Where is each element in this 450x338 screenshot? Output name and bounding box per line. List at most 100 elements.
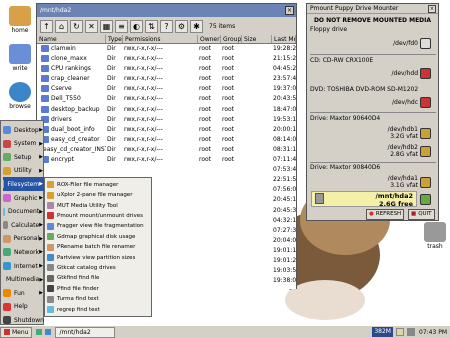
close-dir-icon[interactable]: ✕ (85, 19, 98, 33)
submenu-item[interactable]: Fragger view file fragmentation (47, 222, 151, 232)
col-group[interactable]: Group (221, 35, 242, 43)
file-group (221, 206, 242, 216)
col-owner[interactable]: Owner (198, 35, 221, 43)
menu-item-system[interactable]: System ▶ (3, 137, 45, 151)
write-icon[interactable]: write (0, 44, 40, 72)
menu-item-graphic[interactable]: Graphic ▶ (3, 191, 45, 205)
submenu-item[interactable]: Partview view partition sizes (47, 253, 151, 263)
options-icon[interactable]: ⚙ (175, 19, 188, 33)
table-row[interactable]: CPU rankings Dir rwx,r-x,r-x/--- root root 04… (37, 64, 296, 74)
file-size (242, 195, 272, 205)
desktop-icon[interactable] (36, 329, 43, 335)
menu-item-network[interactable]: Network ▶ (3, 245, 45, 259)
submenu-item[interactable]: uXplor 2-pane file manager (47, 190, 151, 200)
menu-item-filesystem[interactable]: Filesystem ▶ (3, 177, 45, 192)
col-modified[interactable]: Last Modi (272, 35, 296, 43)
taskbar: Menu /mnt/hda2 382M 07:43 PM (0, 325, 450, 338)
table-row[interactable]: crap_cleaner Dir rwx,r-x,r-x/--- root root 23… (37, 74, 296, 84)
app-icon (47, 222, 54, 230)
menu-item-help[interactable]: Help (3, 300, 45, 314)
list-icon[interactable]: ≡ (115, 19, 128, 33)
table-row[interactable]: CserveDir rwx,r-x,r-x/--- root root 19:37:08 (37, 84, 296, 94)
menu-item-personal[interactable]: Personal ▶ (3, 232, 45, 246)
hdb2-mount-button[interactable] (420, 146, 431, 157)
file-permissions: rwx,r-x,r-x/--- (124, 115, 163, 123)
dvd-mount-button[interactable] (420, 97, 431, 108)
personal-icon (3, 234, 11, 243)
title-bar[interactable]: /mnt/hda2 × (37, 4, 296, 17)
table-row[interactable]: encrypt Dir rwx,r-x,r-x/--- root root 07:11:4… (37, 155, 296, 165)
submenu-item[interactable]: Turma find text (47, 294, 151, 304)
submenu-arrow-icon: ▶ (39, 208, 43, 215)
submenu-item[interactable]: Pmount mount/unmount drives (47, 211, 151, 221)
memory-indicator: 382M (372, 327, 393, 337)
refresh-icon: ● (369, 211, 374, 217)
trash-icon[interactable]: trash (415, 222, 450, 250)
pager-icon[interactable] (45, 329, 52, 335)
menu-item-multimedia[interactable]: Multimedia ▶ (3, 273, 45, 287)
submenu-arrow-icon: ▶ (39, 127, 43, 133)
menu-item-desktop[interactable]: Desktop ▶ (3, 123, 45, 137)
refresh-button[interactable]: ● REFRESH (366, 209, 405, 220)
submenu-item[interactable]: Gtkfind find file (47, 274, 151, 284)
quit-button[interactable]: ■ QUIT (408, 209, 435, 220)
hidden-icon[interactable]: ◐ (130, 19, 143, 33)
table-row[interactable]: clamwin Dir rwx,r-x,r-x/--- root root 19:28:2… (37, 44, 296, 54)
task-button[interactable]: /mnt/hda2 (55, 326, 116, 338)
submenu-item[interactable]: Gdmap graphical disk usage (47, 232, 151, 242)
close-icon[interactable]: × (428, 4, 436, 13)
submenu-item[interactable]: Gtkcat catalog drives (47, 263, 151, 273)
refresh-icon[interactable]: ↻ (70, 19, 83, 33)
submenu-arrow-icon: ▶ (39, 140, 43, 147)
table-row[interactable]: clone_maxx Dir rwx,r-x,r-x/--- root root 21:1… (37, 54, 296, 64)
volume-icon[interactable] (407, 328, 415, 336)
table-row[interactable]: drivers Dir rwx,r-x,r-x/--- root root 19:53:1… (37, 115, 296, 125)
up-icon[interactable]: ↑ (40, 19, 53, 33)
table-row[interactable]: easy_cd_creator Dir rwx,r-x,r-x/--- root roo… (37, 135, 296, 145)
close-icon[interactable]: × (285, 6, 294, 15)
file-type: Dir (107, 115, 116, 123)
menu-button[interactable]: Menu (0, 326, 33, 338)
hda1-mount-button[interactable] (420, 177, 431, 188)
floppy-mount-button[interactable] (420, 38, 431, 49)
home-icon[interactable]: home (0, 6, 40, 34)
menu-item-utility[interactable]: Utility ▶ (3, 164, 45, 178)
file-group: root (222, 135, 235, 143)
submenu-item[interactable]: regrep find text (47, 305, 151, 315)
menu-item-calculate[interactable]: Calculate ▶ (3, 218, 45, 232)
title-bar[interactable]: Pmount Puppy Drive Mounter × (307, 4, 438, 14)
browse-icon[interactable]: browse (0, 82, 40, 110)
table-row[interactable]: 07:53:44 (37, 165, 296, 175)
view-icon[interactable]: ▦ (100, 19, 113, 33)
file-owner: root (199, 85, 212, 93)
col-name[interactable]: Name (37, 35, 106, 43)
cd-mount-button[interactable] (420, 68, 431, 79)
sort-icon[interactable]: ⇅ (145, 19, 158, 33)
app-icon (47, 254, 54, 262)
submenu-item[interactable]: PRename batch file renamer (47, 242, 151, 252)
file-type: Dir (107, 55, 116, 63)
submenu-item[interactable]: Pfind file finder (47, 284, 151, 294)
col-permissions[interactable]: Permissions (123, 35, 198, 43)
hda2-unmount-button[interactable] (420, 194, 431, 205)
table-row[interactable]: easy_cd_creator_INSTA Dir rwx,r-x,r-x/--- r… (37, 145, 296, 155)
help-icon[interactable]: ? (160, 19, 173, 33)
col-size[interactable]: Size (242, 35, 272, 43)
menu-item-document[interactable]: Document ▶ (3, 205, 45, 219)
file-group (221, 256, 242, 266)
menu-item-internet[interactable]: Internet ▶ (3, 259, 45, 273)
table-row[interactable]: desktop_backup Dir rwx,r-x,r-x/--- root root… (37, 105, 296, 115)
table-row[interactable]: Dell_T550 Dir rwx,r-x,r-x/--- root root 20:43… (37, 94, 296, 104)
menu-item-fun[interactable]: Fun ▶ (3, 286, 45, 300)
home-dir-icon[interactable]: ⌂ (55, 19, 68, 33)
network-icon[interactable] (396, 328, 404, 336)
submenu-item[interactable]: ROX-Filer file manager (47, 180, 151, 190)
file-size (242, 84, 272, 94)
col-type[interactable]: Type (106, 35, 123, 43)
app-icon (47, 191, 54, 199)
settings-icon[interactable]: ✱ (190, 19, 203, 33)
hdb1-mount-button[interactable] (420, 128, 431, 139)
table-row[interactable]: dual_boot_info Dir rwx,r-x,r-x/--- root root… (37, 125, 296, 135)
submenu-item[interactable]: MUT Media Utility Tool (47, 201, 151, 211)
menu-item-setup[interactable]: Setup ▶ (3, 150, 45, 164)
